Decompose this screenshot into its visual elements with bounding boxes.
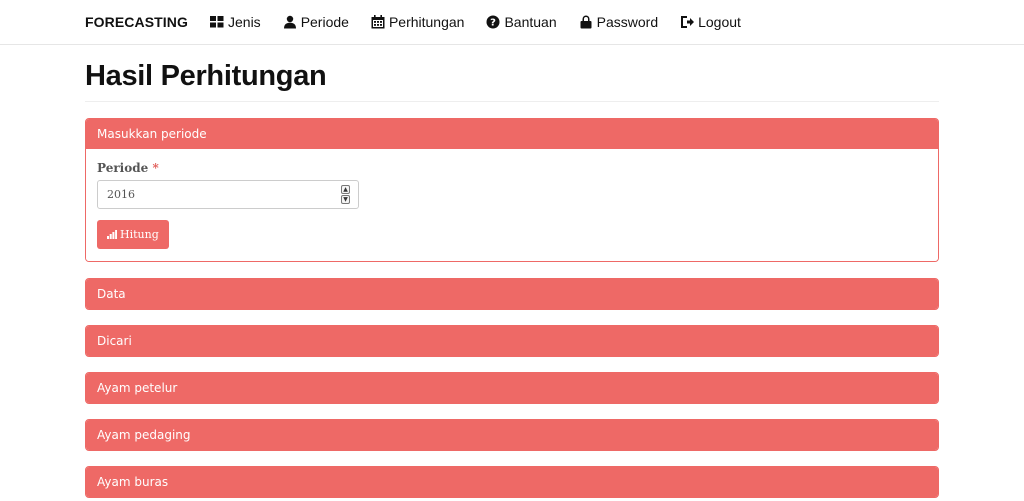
top-navbar: FORECASTING Jenis Periode Perhitungan ? … xyxy=(0,0,1024,45)
svg-text:?: ? xyxy=(491,18,497,29)
hitung-button-label: Hitung xyxy=(120,228,159,241)
spinner-up-icon[interactable]: ▲ xyxy=(341,185,350,194)
nav-item-logout[interactable]: Logout xyxy=(680,14,741,30)
nav-item-password[interactable]: Password xyxy=(579,14,658,30)
nav-item-label: Bantuan xyxy=(504,14,557,30)
number-spinner: ▲ ▼ xyxy=(341,185,350,204)
panel-ayam-petelur[interactable]: Ayam petelur xyxy=(85,372,939,404)
nav-item-label: Periode xyxy=(300,14,349,30)
panel-heading-dicari[interactable]: Dicari xyxy=(86,326,938,356)
panel-ayam-pedaging[interactable]: Ayam pedaging xyxy=(85,419,939,451)
panel-ayam-buras[interactable]: Ayam buras xyxy=(85,466,939,498)
lock-icon xyxy=(580,15,592,29)
question-circle-icon: ? xyxy=(486,15,500,29)
periode-label: Periode * xyxy=(97,161,927,175)
nav-item-perhitungan[interactable]: Perhitungan xyxy=(371,14,465,30)
grid-icon xyxy=(210,16,224,28)
signal-bars-icon xyxy=(107,230,117,239)
nav-item-label: Password xyxy=(596,14,659,30)
hitung-button[interactable]: Hitung xyxy=(97,220,169,249)
title-divider xyxy=(85,101,939,102)
calendar-icon xyxy=(371,15,385,29)
nav-item-label: Jenis xyxy=(228,14,261,30)
periode-number-input[interactable]: 2016 ▲ ▼ xyxy=(97,180,359,209)
brand-link[interactable]: FORECASTING xyxy=(85,14,188,30)
periode-form-panel: Masukkan periode Periode * 2016 ▲ ▼ Hitu… xyxy=(85,118,939,262)
page-title: Hasil Perhitungan xyxy=(85,60,327,92)
periode-label-text: Periode xyxy=(97,161,149,175)
panel-dicari[interactable]: Dicari xyxy=(85,325,939,357)
panel-data[interactable]: Data xyxy=(85,278,939,310)
user-icon xyxy=(283,15,296,29)
panel-heading-ayam-buras[interactable]: Ayam buras xyxy=(86,467,938,497)
panel-heading-ayam-petelur[interactable]: Ayam petelur xyxy=(86,373,938,403)
panel-heading-data[interactable]: Data xyxy=(86,279,938,309)
spinner-down-icon[interactable]: ▼ xyxy=(341,195,350,204)
nav-item-label: Perhitungan xyxy=(388,14,465,30)
panel-body: Periode * 2016 ▲ ▼ Hitung xyxy=(86,149,938,261)
nav-item-label: Logout xyxy=(698,14,741,30)
panel-heading-ayam-pedaging[interactable]: Ayam pedaging xyxy=(86,420,938,450)
periode-input-value: 2016 xyxy=(107,188,135,201)
logout-icon xyxy=(681,16,695,28)
nav-item-periode[interactable]: Periode xyxy=(283,14,349,30)
nav-item-jenis[interactable]: Jenis xyxy=(210,14,261,30)
panel-heading-masukkan-periode: Masukkan periode xyxy=(86,119,938,149)
nav-item-bantuan[interactable]: ? Bantuan xyxy=(486,14,557,30)
required-mark: * xyxy=(152,161,159,175)
